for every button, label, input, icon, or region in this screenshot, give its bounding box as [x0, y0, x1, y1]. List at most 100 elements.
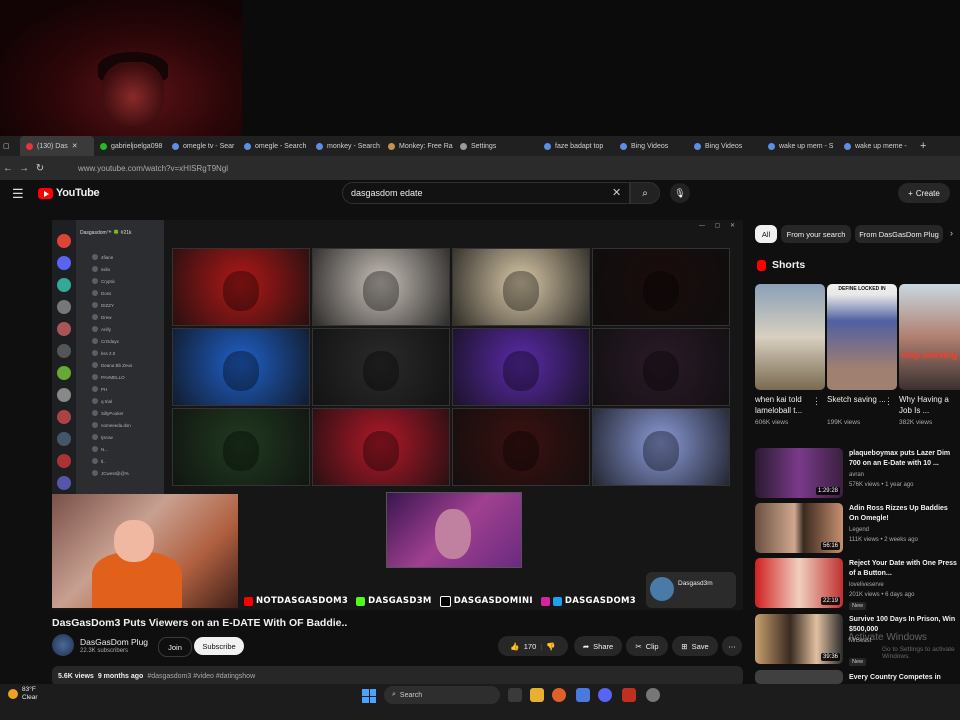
more-icon[interactable]: ⋮ — [812, 396, 821, 407]
discord-icon[interactable] — [598, 688, 612, 702]
like-button[interactable]: 👍 170 — [510, 642, 536, 651]
task-view-icon[interactable] — [508, 688, 522, 702]
short-views: 199K views — [827, 419, 861, 426]
more-icon[interactable]: ⋮ — [884, 396, 893, 407]
app-icon[interactable] — [646, 688, 660, 702]
tab-search[interactable]: faze badapt top — [538, 136, 614, 156]
participant-video-tile — [592, 408, 730, 486]
video-title[interactable]: plaqueboymax puts Lazer Dim 700 on an E-… — [849, 449, 959, 469]
tab-settings[interactable]: Settings — [454, 136, 538, 156]
server-icon — [57, 432, 71, 446]
new-tab-icon[interactable]: + — [914, 136, 938, 156]
back-icon[interactable]: ← — [0, 163, 16, 174]
video-channel[interactable]: avran — [849, 472, 864, 478]
video-thumbnail[interactable] — [755, 670, 843, 684]
search-input[interactable]: dasgasdom edate — [342, 182, 630, 204]
video-thumbnail[interactable]: 22:19 — [755, 558, 843, 608]
video-player[interactable]: Dasgasdom™ 🍀 #21k 4fiane ssilo Cryptic D… — [52, 220, 743, 610]
short-title[interactable]: Sketch saving ... — [827, 394, 889, 405]
server-icon — [57, 300, 71, 314]
weather-widget[interactable]: 83°F Clear — [8, 686, 38, 702]
short-thumbnail[interactable] — [755, 284, 825, 390]
streamer-webcam — [52, 494, 238, 608]
start-button[interactable] — [362, 689, 376, 703]
taskbar-search-input[interactable]: ⌕ Search — [384, 686, 500, 704]
create-button[interactable]: + Create — [898, 183, 950, 203]
tab-youtube[interactable]: (130) Das ✕ — [20, 136, 94, 156]
tab-search[interactable]: wake up mem - S — [762, 136, 838, 156]
app-icon[interactable] — [576, 688, 590, 702]
chevron-right-icon[interactable]: › — [950, 228, 953, 238]
short-thumbnail[interactable]: stop working — [899, 284, 960, 390]
discord-user: Ijsrow — [92, 434, 113, 440]
join-button[interactable]: Join — [158, 637, 192, 657]
mic-icon[interactable]: 🎙 — [670, 183, 690, 203]
firefox-icon[interactable] — [552, 688, 566, 702]
short-title[interactable]: Why Having a Job Is ... — [899, 394, 960, 416]
avatar — [650, 577, 674, 601]
short-title[interactable]: when kai told lameloball t... — [755, 394, 817, 416]
discord-user: 4fiane — [92, 254, 113, 260]
menu-icon[interactable]: ☰ — [12, 186, 24, 202]
discord-user: Cryptic — [92, 278, 115, 284]
search-icon: ⌕ — [392, 691, 396, 698]
tab-search[interactable]: wake up meme - — [838, 136, 914, 156]
date-webcam — [386, 492, 522, 568]
new-badge: New — [849, 602, 867, 610]
clip-button[interactable]: ✂ Clip — [626, 636, 668, 656]
short-thumbnail[interactable]: DEFINE LOCKED IN — [827, 284, 897, 390]
bing-search-icon — [244, 142, 251, 150]
refresh-icon[interactable]: ↻ — [32, 163, 48, 174]
video-thumbnail[interactable]: 56:16 — [755, 503, 843, 553]
video-title[interactable]: Adin Ross Rizzes Up Baddies On Omegle! — [849, 504, 959, 524]
participant-video-tile — [592, 328, 730, 406]
video-channel[interactable]: Legend — [849, 527, 869, 533]
streaming-app-icon[interactable] — [622, 688, 636, 702]
participant-video-tile — [452, 328, 590, 406]
url-field[interactable]: www.youtube.com/watch?v=xHISRgT9Ngl — [78, 164, 228, 173]
video-title[interactable]: Every Country Competes in — [849, 673, 959, 683]
chip-all[interactable]: All — [755, 225, 777, 243]
bing-search-icon — [620, 142, 627, 150]
facecam-overlay — [0, 0, 242, 136]
channel-name[interactable]: DasGasDom Plug — [80, 637, 148, 647]
more-actions-button[interactable]: ⋯ — [722, 636, 742, 656]
discord-server-list — [52, 220, 76, 495]
tab-monkey[interactable]: Monkey: Free Ra — [382, 136, 454, 156]
thumbs-down-icon: 👎 — [546, 641, 556, 651]
tab-search[interactable]: monkey - Search — [310, 136, 382, 156]
tab-actions-icon[interactable]: ▢ — [0, 136, 20, 156]
tab-search[interactable]: omegle - Search — [238, 136, 310, 156]
chip-from-search[interactable]: From your search — [781, 225, 851, 243]
creator-card[interactable]: Dasgasd3m — [646, 572, 736, 608]
bing-search-icon — [544, 142, 551, 150]
search-button[interactable]: ⌕ — [630, 182, 660, 204]
social-handles-bar: NOTDASGASDOM3 DASGASD3M DASGASDOMINI DAS… — [244, 594, 636, 608]
youtube-logo[interactable]: YouTube — [38, 187, 100, 199]
forward-icon[interactable]: → — [16, 163, 32, 174]
video-thumbnail[interactable]: 39:36 — [755, 614, 843, 664]
server-icon — [57, 322, 71, 336]
video-channel[interactable]: loveliveserve — [849, 582, 884, 588]
tab-search[interactable]: Bing Videos — [614, 136, 688, 156]
share-button[interactable]: ➦ Share — [574, 636, 622, 656]
subscribe-button[interactable]: Subscribe — [194, 637, 244, 655]
video-title[interactable]: Reject Your Date with One Press of a But… — [849, 559, 959, 579]
save-button[interactable]: ⊞ Save — [672, 636, 718, 656]
tab-search[interactable]: Bing Videos — [688, 136, 762, 156]
channel-avatar[interactable] — [52, 634, 74, 656]
tab-kick[interactable]: gabrieljoelga098 — [94, 136, 166, 156]
dislike-button[interactable]: 👎 — [546, 642, 555, 651]
description-box[interactable]: 5.6K views 9 months ago #dasgasdom3 #vid… — [52, 666, 743, 686]
file-explorer-icon[interactable] — [530, 688, 544, 702]
participant-person — [643, 350, 679, 391]
chip-from-channel[interactable]: From DasGasDom Plug — [855, 225, 943, 243]
discord-user: DIZZY — [92, 302, 114, 308]
video-thumbnail[interactable]: 1:29:28 — [755, 448, 843, 498]
close-tab-icon[interactable]: ✕ — [72, 142, 78, 150]
clear-search-icon[interactable]: ✕ — [612, 186, 621, 199]
participant-video-tile — [172, 248, 310, 326]
discord-user: PH — [92, 386, 107, 392]
address-bar: ← → ↻ www.youtube.com/watch?v=xHISRgT9Ng… — [0, 156, 960, 180]
tab-search[interactable]: omegle tv - Sear — [166, 136, 238, 156]
